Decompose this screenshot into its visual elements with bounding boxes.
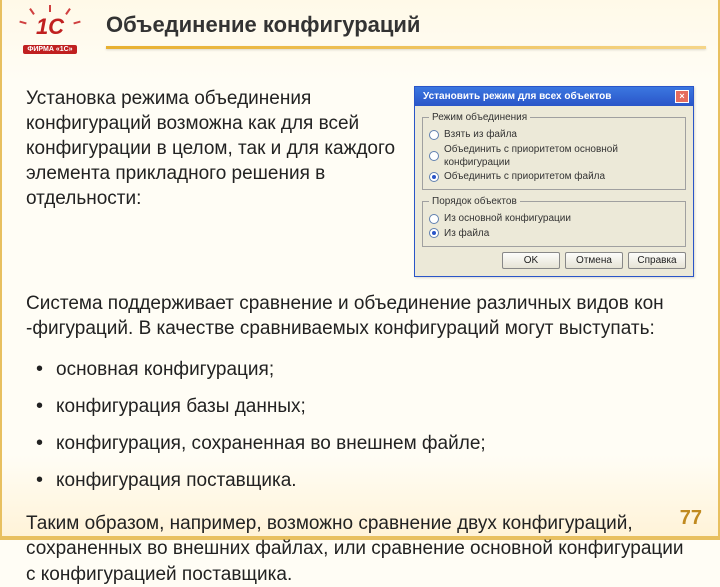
close-icon[interactable]: × [675,90,689,103]
radio-icon [429,172,439,182]
radio-order-main[interactable]: Из основной конфигурации [429,212,679,225]
logo-brand: 1С [36,16,64,38]
object-order-legend: Порядок объектов [429,195,520,208]
radio-order-file[interactable]: Из файла [429,227,679,240]
list-item: конфигурация базы данных; [34,388,694,425]
dialog-title: Установить режим для всех объектов [423,90,611,103]
paragraph-2: Таким образом, например, возможно сравне… [26,511,694,586]
radio-icon [429,228,439,238]
slide-title: Объединение конфигураций [106,12,706,38]
logo-subtext: ФИРМА «1С» [23,45,76,54]
merge-mode-group: Режим объединения Взять из файла Объедин… [422,111,686,190]
radio-icon [429,130,439,140]
title-underline [106,46,706,49]
radio-take-from-file[interactable]: Взять из файла [429,128,679,141]
radio-merge-main-priority[interactable]: Объединить с приоритетом основной конфиг… [429,143,679,169]
slide-header: 1С ФИРМА «1С» Объединение конфигураций [2,0,718,72]
paragraph-1: Система поддерживает сравнение и объедин… [26,291,694,341]
list-item: основная конфигурация; [34,351,694,388]
dialog-window: Установить режим для всех объектов × Реж… [414,86,694,277]
radio-label: Из файла [444,227,489,240]
intro-text: Установка режима объединения конфигураци… [26,86,396,211]
list-item: конфигурация поставщика. [34,462,694,499]
list-item: конфигурация, сохраненная во внешнем фай… [34,425,694,462]
help-button[interactable]: Справка [628,252,686,269]
dialog-titlebar: Установить режим для всех объектов × [415,87,693,106]
bullet-list: основная конфигурация; конфигурация базы… [34,351,694,499]
cancel-button[interactable]: Отмена [565,252,623,269]
ok-button[interactable]: OK [502,252,560,269]
object-order-group: Порядок объектов Из основной конфигураци… [422,195,686,247]
radio-label: Из основной конфигурации [444,212,571,225]
logo-1c: 1С ФИРМА «1С» [6,2,94,62]
radio-label: Объединить с приоритетом основной конфиг… [444,143,679,169]
radio-icon [429,214,439,224]
page-number: 77 [680,507,702,530]
merge-mode-legend: Режим объединения [429,111,530,124]
logo-icon: 1С [26,11,74,43]
radio-label: Взять из файла [444,128,517,141]
radio-merge-file-priority[interactable]: Объединить с приоритетом файла [429,170,679,183]
radio-label: Объединить с приоритетом файла [444,170,605,183]
radio-icon [429,151,439,161]
